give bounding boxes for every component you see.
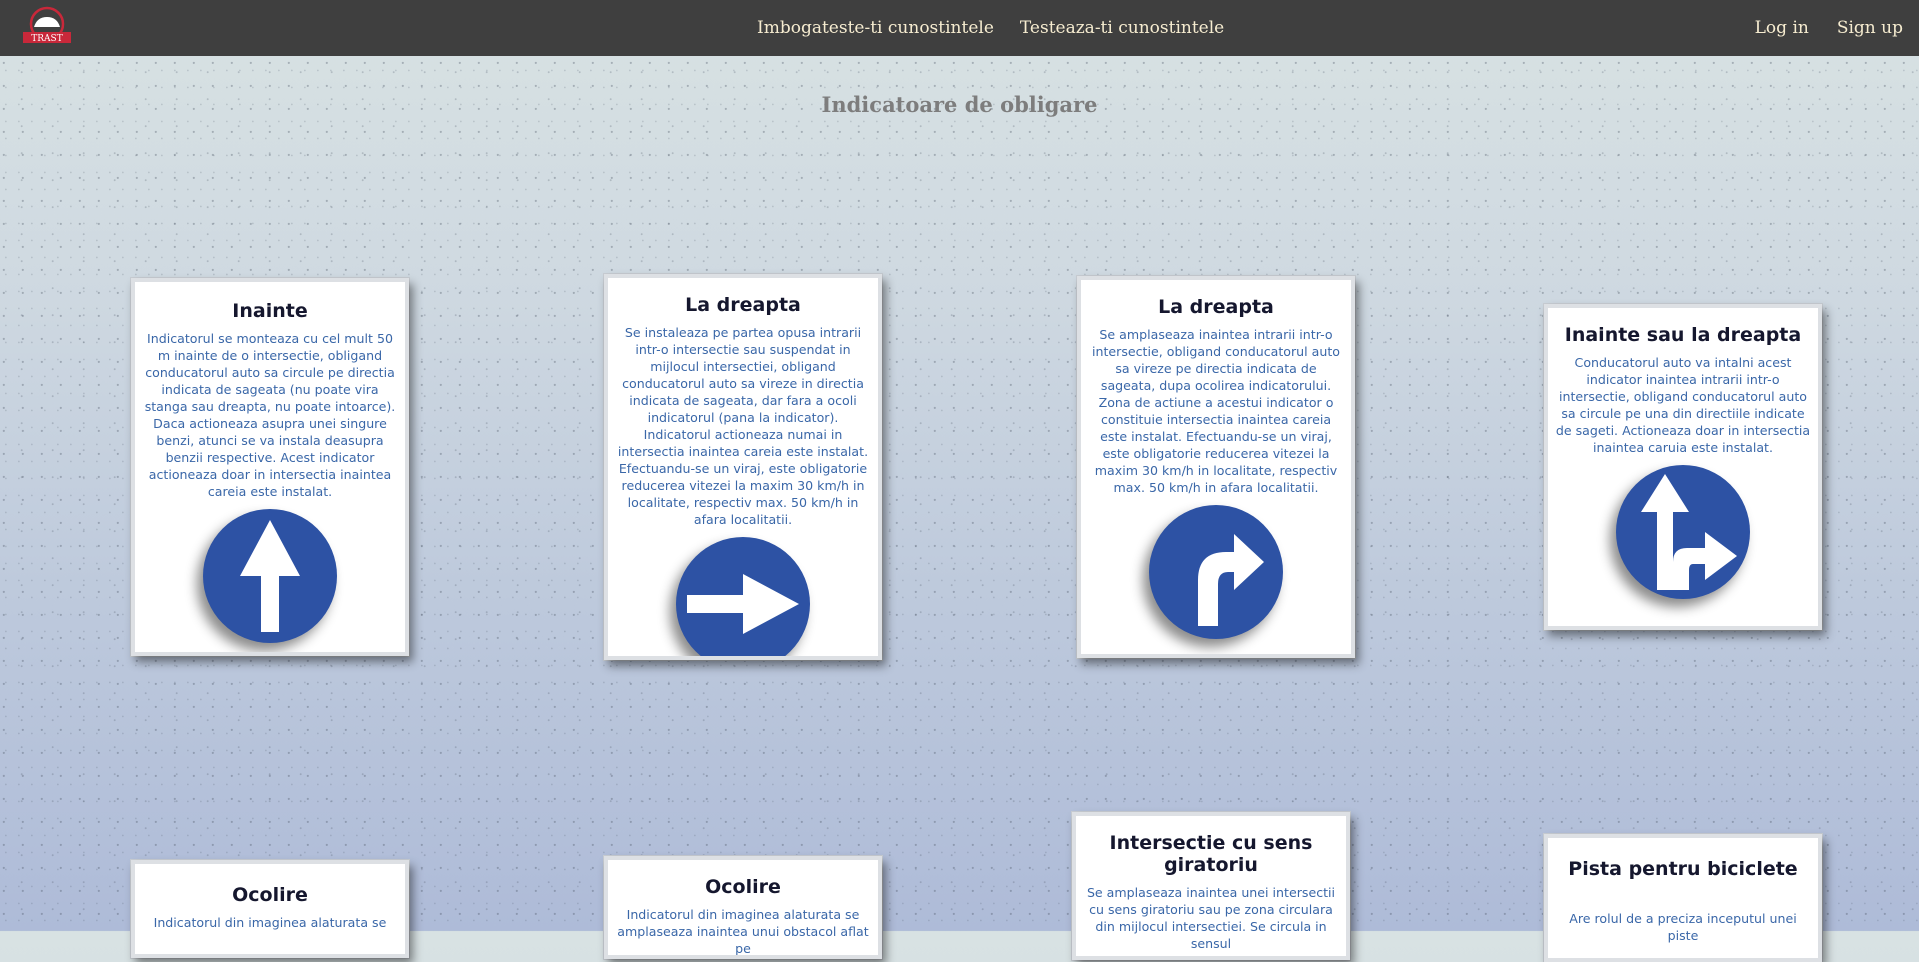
card-description: Indicatorul din imaginea alaturata se bbox=[153, 915, 387, 930]
card-title: Ocolire bbox=[232, 884, 308, 906]
sign-card[interactable]: Ocolire Indicatorul din imaginea alatura… bbox=[604, 856, 882, 959]
logo-text: TRAST bbox=[31, 34, 62, 44]
card-title: La dreapta bbox=[1158, 296, 1274, 318]
sign-card[interactable]: Intersectie cu sens giratoriu Se amplase… bbox=[1072, 812, 1350, 960]
logo-icon[interactable]: TRAST bbox=[20, 5, 74, 47]
signup-link[interactable]: Sign up bbox=[1837, 18, 1903, 38]
straight-arrow-icon bbox=[203, 509, 337, 643]
page-title: Indicatoare de obligare bbox=[821, 92, 1098, 117]
card-title: Pista pentru biciclete bbox=[1568, 858, 1798, 880]
card-description: Se instaleaza pe partea opusa intrarii i… bbox=[617, 325, 869, 527]
sign-card[interactable]: Ocolire Indicatorul din imaginea alatura… bbox=[131, 860, 409, 958]
nav-center: Imbogateste-ti cunostintele Testeaza-ti … bbox=[757, 0, 1224, 56]
card-description: Se amplaseaza inaintea unei intersectii … bbox=[1086, 885, 1336, 951]
sign-card[interactable]: Inainte Indicatorul se monteaza cu cel m… bbox=[131, 278, 409, 656]
sign-card[interactable]: La dreapta Se amplaseaza inaintea intrar… bbox=[1077, 276, 1355, 658]
card-description: Indicatorul se monteaza cu cel mult 50 m… bbox=[144, 331, 396, 499]
sign-card[interactable]: Pista pentru biciclete Are rolul de a pr… bbox=[1544, 834, 1822, 962]
card-title: La dreapta bbox=[685, 294, 801, 316]
login-link[interactable]: Log in bbox=[1755, 18, 1809, 38]
top-navbar: TRAST Imbogateste-ti cunostintele Testea… bbox=[0, 0, 1919, 56]
card-description: Are rolul de a preciza inceputul unei pi… bbox=[1569, 911, 1797, 943]
turn-right-arrow-icon bbox=[1149, 505, 1283, 639]
card-title: Inainte sau la dreapta bbox=[1564, 324, 1802, 346]
nav-link-test[interactable]: Testeaza-ti cunostintele bbox=[1020, 18, 1224, 38]
card-title: Ocolire bbox=[705, 876, 781, 898]
sign-card[interactable]: Inainte sau la dreapta Conducatorul auto… bbox=[1544, 304, 1822, 630]
sign-card[interactable]: La dreapta Se instaleaza pe partea opusa… bbox=[604, 274, 882, 660]
right-arrow-icon bbox=[676, 537, 810, 656]
card-description: Se amplaseaza inaintea intrarii intr-o i… bbox=[1091, 327, 1341, 495]
nav-right: Log in Sign up bbox=[1755, 0, 1903, 56]
card-title: Intersectie cu sens giratoriu bbox=[1109, 832, 1313, 876]
card-description: Indicatorul din imaginea alaturata se am… bbox=[617, 907, 869, 956]
straight-or-right-arrow-icon bbox=[1616, 465, 1750, 599]
nav-link-learn[interactable]: Imbogateste-ti cunostintele bbox=[757, 18, 994, 38]
card-title: Inainte bbox=[232, 300, 308, 322]
card-description: Conducatorul auto va intalni acest indic… bbox=[1555, 355, 1811, 455]
